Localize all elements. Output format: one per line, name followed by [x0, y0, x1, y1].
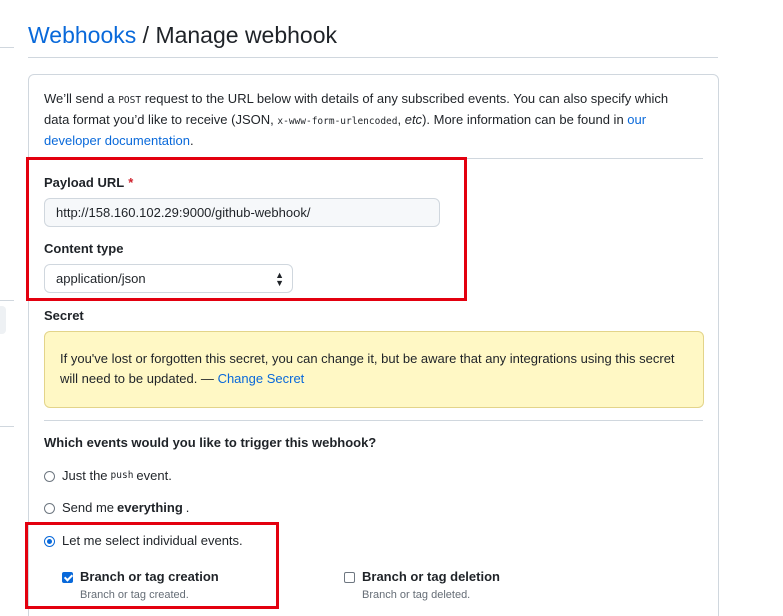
radio-label-text: Send me: [62, 500, 115, 515]
radio-button-selected[interactable]: [44, 535, 55, 547]
content-type-value: application/json: [56, 271, 146, 286]
radio-label-text: Just the: [62, 468, 108, 483]
checkbox-branch-tag-creation[interactable]: Branch or tag creation: [62, 568, 219, 586]
select-arrows-icon: ▲ ▼: [275, 270, 284, 288]
radio-label-text: .: [185, 500, 190, 515]
push-code: push: [110, 470, 134, 481]
breadcrumb-separator: /: [142, 22, 150, 48]
page-header: Webhooks / Manage webhook: [28, 20, 718, 58]
secret-label: Secret: [44, 308, 84, 323]
event-description: Branch or tag created.: [80, 589, 189, 601]
section-divider: [44, 158, 703, 159]
breadcrumb-webhooks-link[interactable]: Webhooks: [28, 22, 136, 48]
radio-everything[interactable]: Send me everything.: [44, 499, 189, 517]
radio-individual-events[interactable]: Let me select individual events.: [44, 532, 243, 550]
intro-etc: etc: [404, 112, 423, 127]
sidebar-item[interactable]: [0, 306, 6, 334]
content-type-label: Content type: [44, 241, 124, 256]
checkbox-label: Branch or tag creation: [80, 569, 219, 584]
change-secret-link[interactable]: Change Secret: [218, 371, 305, 386]
content-type-select[interactable]: application/json ▲ ▼: [44, 264, 293, 293]
radio-label-text: event.: [136, 468, 172, 483]
payload-url-label: Payload URL *: [44, 174, 133, 192]
intro-text-part: ). More information can be found in: [422, 112, 628, 127]
radio-just-push[interactable]: Just the push event.: [44, 467, 172, 485]
payload-url-input[interactable]: http://158.160.102.29:9000/github-webhoo…: [44, 198, 440, 227]
radio-button[interactable]: [44, 470, 55, 482]
checkbox-label: Branch or tag deletion: [362, 569, 500, 584]
breadcrumb: Webhooks / Manage webhook: [28, 20, 718, 50]
radio-label-text: Let me select individual events.: [62, 533, 243, 548]
checkbox-branch-tag-deletion[interactable]: Branch or tag deletion: [344, 568, 500, 586]
sidebar-divider: [0, 426, 14, 427]
checkbox-checked[interactable]: [62, 571, 73, 583]
everything-emphasis: everything: [117, 500, 183, 515]
events-question: Which events would you like to trigger t…: [44, 435, 377, 450]
intro-text-part: We’ll send a: [44, 91, 119, 106]
payload-url-label-text: Payload URL: [44, 175, 125, 190]
secret-warning: If you've lost or forgotten this secret,…: [44, 331, 704, 408]
checkbox-unchecked[interactable]: [344, 571, 355, 583]
section-divider: [44, 420, 703, 421]
page-title: Manage webhook: [155, 22, 338, 48]
intro-text: We’ll send a POST request to the URL bel…: [44, 89, 689, 150]
form-encoded-code: x-www-form-urlencoded: [277, 116, 398, 127]
secret-warning-text: If you've lost or forgotten this secret,…: [60, 351, 675, 386]
intro-text-part: .: [190, 133, 194, 148]
sidebar-divider: [0, 300, 14, 301]
event-description: Branch or tag deleted.: [362, 589, 471, 601]
radio-button[interactable]: [44, 502, 55, 514]
post-code: POST: [118, 95, 142, 106]
intro-text-part: ,: [397, 112, 405, 127]
sidebar-divider: [0, 47, 14, 48]
required-mark: *: [128, 175, 134, 190]
